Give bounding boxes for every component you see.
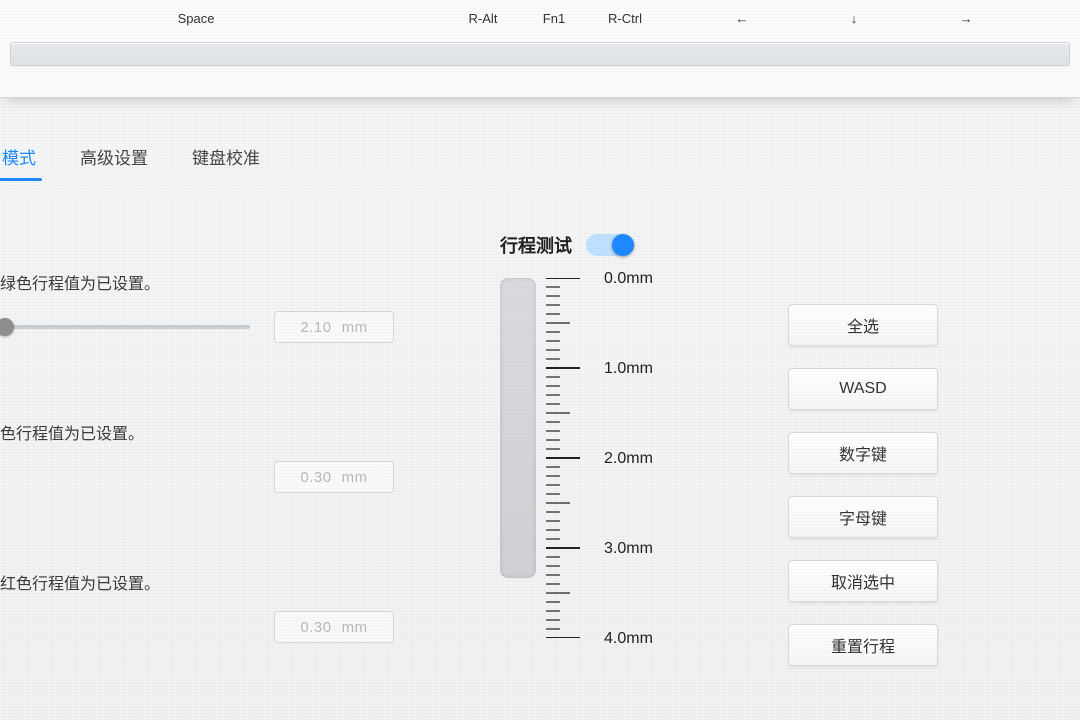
settings-tabs: 模式 高级设置 键盘校准 (0, 138, 262, 175)
keycap-rctrl[interactable]: R-Ctrl (590, 3, 660, 33)
keyboard-preview-strip: Space R-AltFn1R-Ctrl ← ↓ → (0, 0, 1080, 98)
travel-slider[interactable] (0, 325, 250, 329)
select-btn-3[interactable]: 字母键 (788, 496, 938, 538)
travel-value-unit: mm (342, 319, 368, 336)
gauge-label-4: 4.0mm (604, 630, 653, 648)
travel-slider-row: 0.30 mm (0, 462, 430, 492)
gauge-label-3: 3.0mm (604, 540, 653, 558)
travel-setting-label: 绿色行程值为已设置。 (0, 270, 430, 294)
slider-thumb[interactable] (0, 318, 14, 336)
travel-value-unit: mm (342, 619, 368, 636)
keycap-[interactable]: → (936, 3, 996, 33)
select-btn-0[interactable]: 全选 (788, 304, 938, 346)
tab-0[interactable]: 模式 (0, 138, 38, 175)
travel-test-gauge: 行程测试 0.0mm1.0mm2.0mm3.0mm4.0mm (500, 232, 710, 638)
keycap-[interactable]: ↓ (824, 3, 884, 33)
travel-slider-row: 0.30 mm (0, 612, 430, 642)
keycap-ralt[interactable]: R-Alt (448, 3, 518, 33)
travel-value-number: 0.30 (300, 469, 331, 486)
travel-setting-0: 绿色行程值为已设置。 2.10 mm (0, 270, 430, 342)
gauge-label-1: 1.0mm (604, 360, 653, 378)
select-btn-4[interactable]: 取消选中 (788, 560, 938, 602)
travel-test-toggle[interactable] (586, 234, 632, 256)
tab-1[interactable]: 高级设置 (78, 138, 150, 175)
tab-2[interactable]: 键盘校准 (190, 138, 262, 175)
travel-setting-2: 红色行程值为已设置。 0.30 mm (0, 570, 430, 642)
toggle-knob-icon (612, 234, 634, 256)
keycap-fn1[interactable]: Fn1 (524, 3, 584, 33)
travel-value-box[interactable]: 0.30 mm (274, 611, 394, 643)
gauge-label-0: 0.0mm (604, 270, 653, 288)
travel-value-box[interactable]: 2.10 mm (274, 311, 394, 343)
travel-setting-1: 色行程值为已设置。 0.30 mm (0, 420, 430, 492)
keyboard-spacer-bar (10, 42, 1070, 66)
travel-setting-label: 红色行程值为已设置。 (0, 570, 430, 594)
select-btn-2[interactable]: 数字键 (788, 432, 938, 474)
gauge-ticks (546, 278, 596, 638)
travel-settings-column: 绿色行程值为已设置。2.10mm色行程值为已设置。0.30mm红色行程值为已设置… (0, 270, 430, 720)
select-btn-1[interactable]: WASD (788, 368, 938, 410)
travel-value-unit: mm (342, 469, 368, 486)
travel-setting-label: 色行程值为已设置。 (0, 420, 430, 444)
key-selection-buttons: 全选 WASD 数字键字母键取消选中重置行程 (788, 304, 938, 666)
travel-test-title: 行程测试 (500, 232, 572, 258)
travel-value-number: 2.10 (300, 319, 331, 336)
gauge-bar (500, 278, 536, 578)
travel-slider-row: 2.10 mm (0, 312, 430, 342)
select-btn-5[interactable]: 重置行程 (788, 624, 938, 666)
keyboard-bottom-row: Space R-AltFn1R-Ctrl ← ↓ → (10, 0, 1070, 36)
keycap-space[interactable]: Space (16, 3, 376, 33)
gauge-label-2: 2.0mm (604, 450, 653, 468)
travel-value-box[interactable]: 0.30 mm (274, 461, 394, 493)
keycap-[interactable]: ← (712, 3, 772, 33)
travel-value-number: 0.30 (300, 619, 331, 636)
